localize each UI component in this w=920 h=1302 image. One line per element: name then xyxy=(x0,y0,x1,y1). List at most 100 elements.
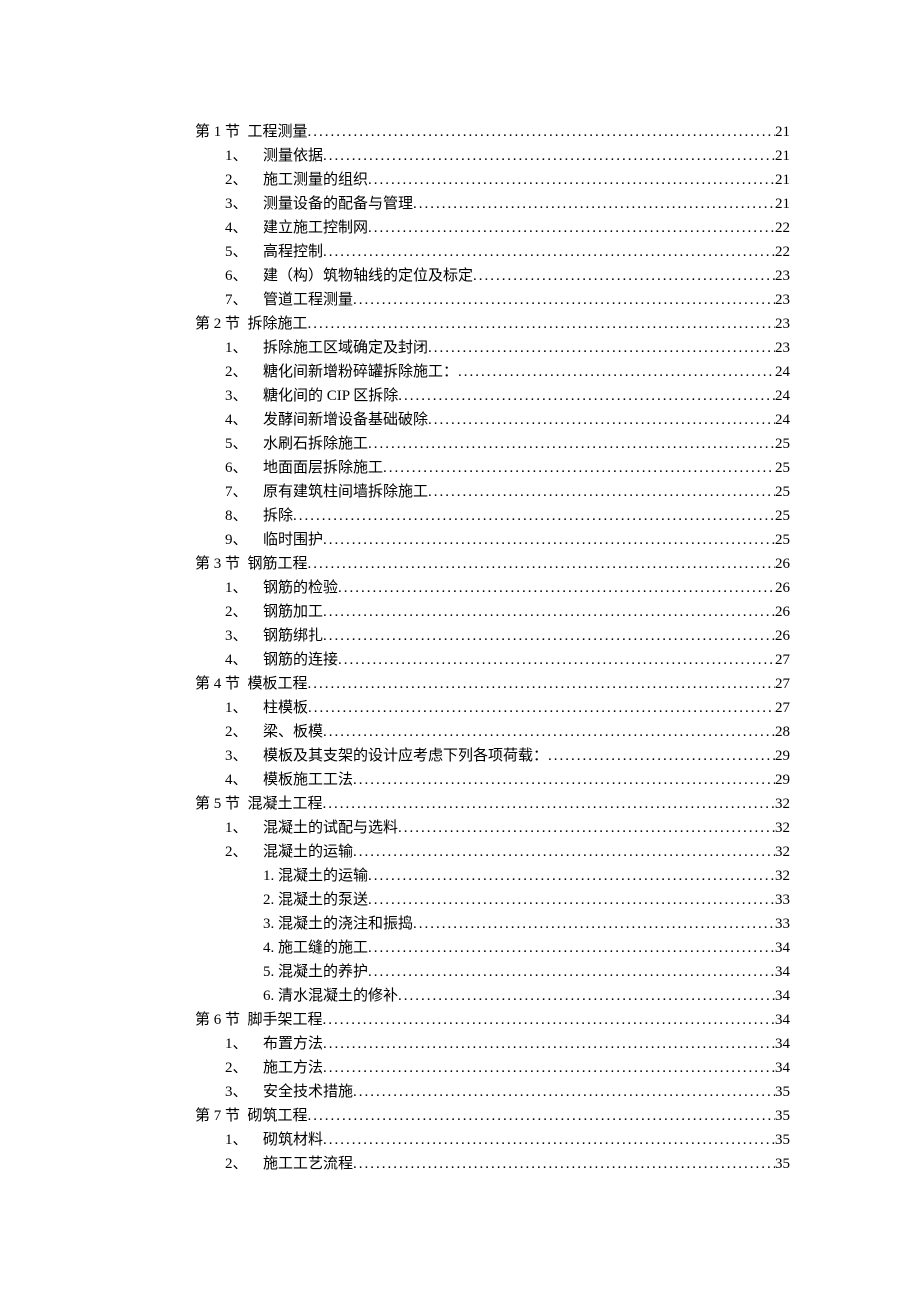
toc-entry[interactable]: 第 5 节 混凝土工程32 xyxy=(195,792,790,816)
toc-item-label: 4、 xyxy=(225,768,263,792)
toc-entry[interactable]: 3. 混凝土的浇注和振捣33 xyxy=(195,912,790,936)
toc-entry[interactable]: 2、施工工艺流程35 xyxy=(195,1152,790,1176)
toc-item-label: 1、 xyxy=(225,1032,263,1056)
toc-entry[interactable]: 6、地面面层拆除施工25 xyxy=(195,456,790,480)
toc-item-label: 1、 xyxy=(225,576,263,600)
toc-entry[interactable]: 第 6 节 脚手架工程34 xyxy=(195,1008,790,1032)
toc-entry[interactable]: 1、测量依据21 xyxy=(195,144,790,168)
toc-entry[interactable]: 4. 施工缝的施工34 xyxy=(195,936,790,960)
toc-page-number: 25 xyxy=(775,480,790,504)
toc-leader-dots xyxy=(323,240,775,264)
toc-title: 钢筋加工 xyxy=(263,600,323,624)
toc-title: 拆除 xyxy=(263,504,293,528)
toc-entry[interactable]: 7、管道工程测量23 xyxy=(195,288,790,312)
toc-entry[interactable]: 第 2 节 拆除施工23 xyxy=(195,312,790,336)
toc-leader-dots xyxy=(368,864,775,888)
toc-item-label: 9、 xyxy=(225,528,263,552)
toc-page-number: 21 xyxy=(775,120,790,144)
toc-entry[interactable]: 第 1 节 工程测量21 xyxy=(195,120,790,144)
toc-title: 施工工艺流程 xyxy=(263,1152,353,1176)
toc-page-number: 27 xyxy=(775,672,790,696)
toc-leader-dots xyxy=(323,528,775,552)
toc-entry[interactable]: 2、混凝土的运输32 xyxy=(195,840,790,864)
toc-section-label: 第 4 节 xyxy=(195,672,240,696)
toc-page-number: 29 xyxy=(775,744,790,768)
toc-leader-dots xyxy=(398,816,775,840)
toc-page-number: 35 xyxy=(775,1152,790,1176)
toc-item-label: 5、 xyxy=(225,432,263,456)
toc-entry[interactable]: 3、测量设备的配备与管理21 xyxy=(195,192,790,216)
toc-entry[interactable]: 3、模板及其支架的设计应考虑下列各项荷载：29 xyxy=(195,744,790,768)
toc-entry[interactable]: 2. 混凝土的泵送33 xyxy=(195,888,790,912)
toc-entry[interactable]: 1、柱模板27 xyxy=(195,696,790,720)
toc-title: 混凝土的运输 xyxy=(263,840,353,864)
toc-item-label: 7、 xyxy=(225,480,263,504)
toc-leader-dots xyxy=(323,1032,775,1056)
toc-entry[interactable]: 2、钢筋加工26 xyxy=(195,600,790,624)
toc-entry[interactable]: 3、糖化间的 CIP 区拆除24 xyxy=(195,384,790,408)
toc-leader-dots xyxy=(308,120,775,144)
toc-title: 混凝土工程 xyxy=(248,792,323,816)
toc-leader-dots xyxy=(323,1128,775,1152)
toc-page-number: 21 xyxy=(775,192,790,216)
toc-title: 脚手架工程 xyxy=(248,1008,323,1032)
toc-page-number: 24 xyxy=(775,408,790,432)
toc-page-number: 28 xyxy=(775,720,790,744)
toc-entry[interactable]: 1、砌筑材料35 xyxy=(195,1128,790,1152)
toc-title: 钢筋的连接 xyxy=(263,648,338,672)
toc-entry[interactable]: 3、安全技术措施35 xyxy=(195,1080,790,1104)
toc-entry[interactable]: 9、临时围护25 xyxy=(195,528,790,552)
toc-leader-dots xyxy=(458,360,775,384)
toc-leader-dots xyxy=(548,744,775,768)
toc-page-number: 25 xyxy=(775,432,790,456)
toc-title: 测量依据 xyxy=(263,144,323,168)
toc-entry[interactable]: 5. 混凝土的养护34 xyxy=(195,960,790,984)
toc-entry[interactable]: 1、拆除施工区域确定及封闭23 xyxy=(195,336,790,360)
toc-entry[interactable]: 第 4 节 模板工程27 xyxy=(195,672,790,696)
toc-page-number: 34 xyxy=(775,1032,790,1056)
toc-entry[interactable]: 1. 混凝土的运输32 xyxy=(195,864,790,888)
toc-title: 工程测量 xyxy=(248,120,308,144)
toc-page-number: 27 xyxy=(775,696,790,720)
toc-entry[interactable]: 7、原有建筑柱间墙拆除施工25 xyxy=(195,480,790,504)
toc-entry[interactable]: 4、钢筋的连接27 xyxy=(195,648,790,672)
toc-entry[interactable]: 4、发酵间新增设备基础破除24 xyxy=(195,408,790,432)
toc-leader-dots xyxy=(308,552,775,576)
toc-page-number: 24 xyxy=(775,360,790,384)
toc-entry[interactable]: 5、高程控制22 xyxy=(195,240,790,264)
toc-page-number: 23 xyxy=(775,312,790,336)
toc-leader-dots xyxy=(323,792,775,816)
toc-item-label: 2、 xyxy=(225,168,263,192)
toc-leader-dots xyxy=(428,408,775,432)
toc-entry[interactable]: 5、水刷石拆除施工25 xyxy=(195,432,790,456)
toc-entry[interactable]: 2、梁、板模28 xyxy=(195,720,790,744)
toc-item-label: 3、 xyxy=(225,192,263,216)
toc-entry[interactable]: 2、施工测量的组织21 xyxy=(195,168,790,192)
toc-title: 施工测量的组织 xyxy=(263,168,368,192)
toc-title: 安全技术措施 xyxy=(263,1080,353,1104)
toc-entry[interactable]: 1、混凝土的试配与选料32 xyxy=(195,816,790,840)
toc-entry[interactable]: 1、布置方法34 xyxy=(195,1032,790,1056)
toc-entry[interactable]: 6. 清水混凝土的修补34 xyxy=(195,984,790,1008)
toc-section-label: 第 6 节 xyxy=(195,1008,240,1032)
toc-title: 砌筑工程 xyxy=(248,1104,308,1128)
toc-leader-dots xyxy=(368,432,775,456)
toc-entry[interactable]: 4、模板施工工法29 xyxy=(195,768,790,792)
toc-leader-dots xyxy=(323,720,775,744)
toc-entry[interactable]: 1、钢筋的检验26 xyxy=(195,576,790,600)
toc-item-label: 2、 xyxy=(225,720,263,744)
toc-entry[interactable]: 第 7 节 砌筑工程35 xyxy=(195,1104,790,1128)
toc-entry[interactable]: 2、糖化间新增粉碎罐拆除施工：24 xyxy=(195,360,790,384)
toc-entry[interactable]: 2、施工方法34 xyxy=(195,1056,790,1080)
toc-entry[interactable]: 4、建立施工控制网22 xyxy=(195,216,790,240)
toc-entry[interactable]: 6、建（构）筑物轴线的定位及标定23 xyxy=(195,264,790,288)
toc-entry[interactable]: 第 3 节 钢筋工程26 xyxy=(195,552,790,576)
toc-section-label: 第 7 节 xyxy=(195,1104,240,1128)
toc-leader-dots xyxy=(428,336,775,360)
toc-entry[interactable]: 3、钢筋绑扎26 xyxy=(195,624,790,648)
toc-page-number: 32 xyxy=(775,840,790,864)
toc-entry[interactable]: 8、拆除25 xyxy=(195,504,790,528)
toc-item-label: 4、 xyxy=(225,216,263,240)
toc-title: 模板施工工法 xyxy=(263,768,353,792)
toc-leader-dots xyxy=(383,456,775,480)
